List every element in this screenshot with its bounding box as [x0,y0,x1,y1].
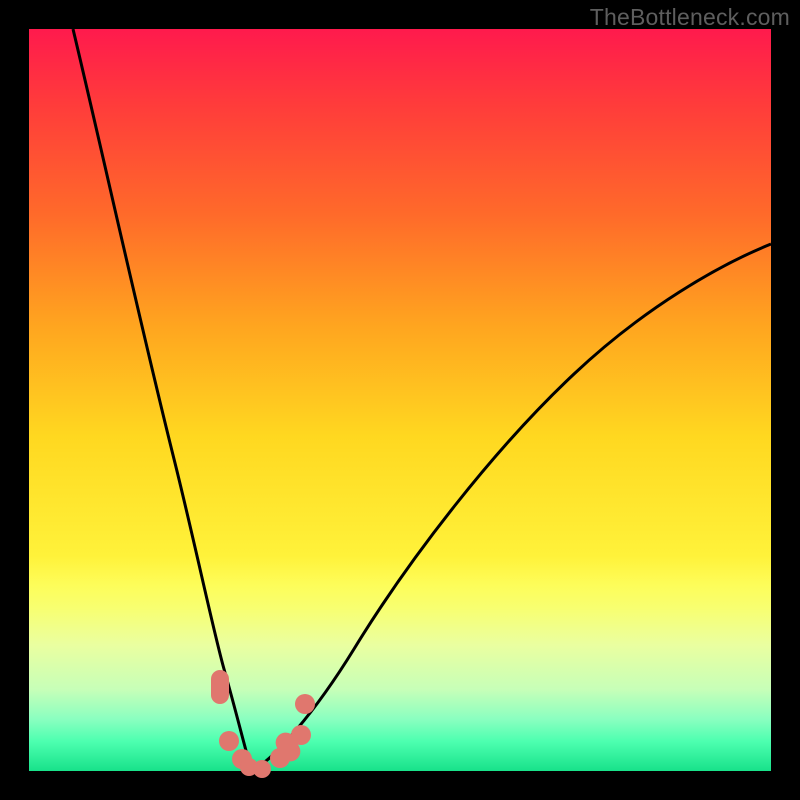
watermark-text: TheBottleneck.com [590,4,790,31]
bottleneck-curve-left [73,29,251,769]
bottleneck-curve-right [253,244,771,770]
marker-dot [295,694,315,714]
marker-dot [253,760,271,778]
chart-svg [29,29,771,771]
marker-dot [211,670,229,704]
marker-dot [219,731,239,751]
chart-plot-area [29,29,771,771]
marker-dot [291,725,311,745]
